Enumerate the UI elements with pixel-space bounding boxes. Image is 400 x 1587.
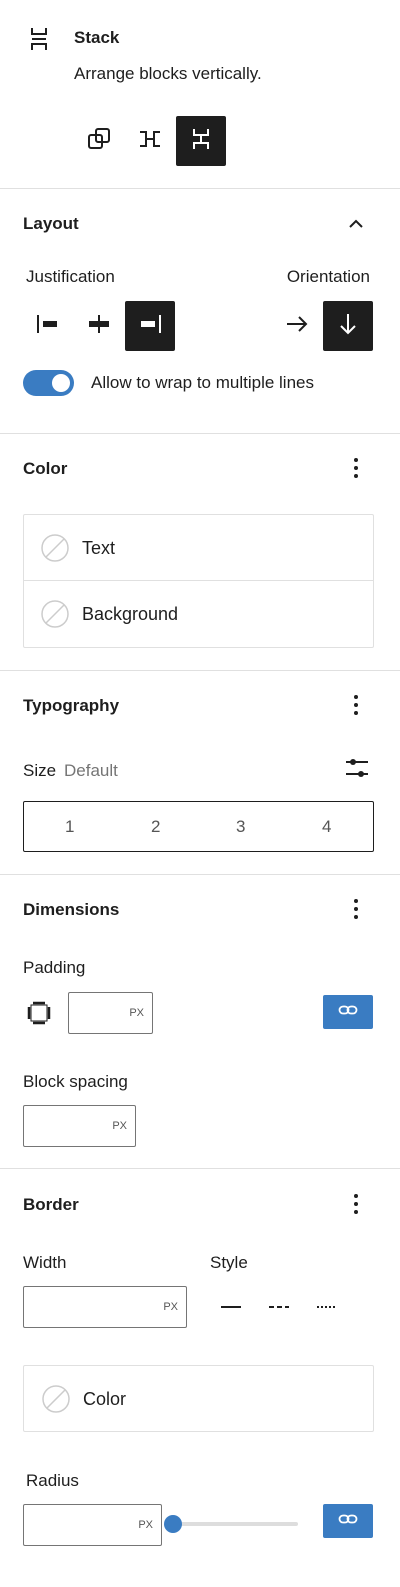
link-sides-button[interactable] <box>323 995 373 1029</box>
border-width-input[interactable]: PX <box>23 1286 187 1328</box>
font-size-option[interactable]: 1 <box>65 817 74 837</box>
font-size-option[interactable]: 2 <box>151 817 160 837</box>
more-options-icon[interactable] <box>344 897 368 921</box>
more-options-icon[interactable] <box>344 693 368 717</box>
wrap-toggle[interactable] <box>23 370 74 396</box>
divider <box>0 670 400 671</box>
dimensions-title: Dimensions <box>23 900 120 919</box>
justify-right-icon <box>136 312 164 341</box>
justify-right-button[interactable] <box>125 301 175 351</box>
border-title: Border <box>23 1195 79 1214</box>
radius-slider-handle[interactable] <box>164 1515 182 1533</box>
orientation-vertical-button[interactable] <box>323 301 373 351</box>
typography-title: Typography <box>23 696 120 715</box>
justification-label: Justification <box>26 267 115 286</box>
unit-label[interactable]: PX <box>129 1007 144 1019</box>
font-size-option[interactable]: 4 <box>322 817 331 837</box>
radius-label: Radius <box>26 1471 79 1490</box>
divider <box>0 874 400 875</box>
divider <box>0 433 400 434</box>
arrow-down-icon <box>336 311 360 342</box>
radius-input[interactable]: PX <box>23 1504 162 1546</box>
font-size-picker: 1 2 3 4 <box>23 801 374 852</box>
font-size-option[interactable]: 3 <box>236 817 245 837</box>
dotted-line-icon[interactable] <box>314 1296 340 1318</box>
padding-input[interactable]: PX <box>68 992 153 1034</box>
size-value: Default <box>64 761 118 780</box>
divider <box>0 1168 400 1169</box>
padding-label: Padding <box>23 958 86 977</box>
justify-left-button[interactable] <box>23 301 73 351</box>
size-label: Size <box>23 761 57 780</box>
solid-line-icon[interactable] <box>218 1296 244 1318</box>
color-item-label: Background <box>82 604 179 624</box>
stack-icon <box>188 126 214 157</box>
justify-left-icon <box>34 312 62 341</box>
block-spacing-label: Block spacing <box>23 1072 128 1091</box>
unit-label[interactable]: PX <box>163 1301 178 1313</box>
settings-sliders-icon[interactable] <box>344 755 370 781</box>
chevron-up-icon[interactable] <box>344 212 368 236</box>
row-variation-button[interactable] <box>125 116 175 166</box>
border-color-label: Color <box>83 1389 127 1409</box>
block-name: Stack <box>74 28 120 47</box>
unit-label[interactable]: PX <box>112 1120 127 1132</box>
color-item-text[interactable]: Text <box>24 515 373 581</box>
radius-slider-track[interactable] <box>173 1522 298 1526</box>
link-icon <box>338 1512 358 1531</box>
toggle-knob <box>52 374 70 392</box>
link-corners-button[interactable] <box>323 1504 373 1538</box>
link-icon <box>338 1003 358 1022</box>
group-variation-button[interactable] <box>74 116 124 166</box>
border-color-item[interactable]: Color <box>23 1365 374 1432</box>
dashed-line-icon[interactable] <box>266 1296 292 1318</box>
divider <box>0 188 400 189</box>
justify-center-icon <box>85 312 113 341</box>
color-item-label: Text <box>82 538 116 558</box>
border-style-label: Style <box>210 1253 248 1272</box>
stack-variation-button[interactable] <box>176 116 226 166</box>
empty-swatch-icon <box>41 534 69 562</box>
block-spacing-input[interactable]: PX <box>23 1105 136 1147</box>
orientation-horizontal-button[interactable] <box>272 301 322 351</box>
arrow-right-icon <box>284 312 310 341</box>
more-options-icon[interactable] <box>344 456 368 480</box>
group-icon <box>86 126 112 157</box>
unit-label[interactable]: PX <box>138 1519 153 1531</box>
empty-swatch-icon <box>41 600 69 628</box>
border-width-label: Width <box>23 1253 67 1272</box>
empty-swatch-icon <box>42 1385 70 1413</box>
wrap-label: Allow to wrap to multiple lines <box>91 373 314 392</box>
more-options-icon[interactable] <box>344 1192 368 1216</box>
color-list: Text Background <box>23 514 374 648</box>
stack-icon <box>26 25 54 53</box>
box-sides-icon <box>26 1000 52 1026</box>
layout-title[interactable]: Layout <box>23 214 79 234</box>
block-description: Arrange blocks vertically. <box>74 64 262 83</box>
color-item-background[interactable]: Background <box>24 581 373 647</box>
orientation-label: Orientation <box>286 267 370 286</box>
color-title: Color <box>23 459 68 478</box>
justify-center-button[interactable] <box>74 301 124 351</box>
row-icon <box>137 126 163 157</box>
